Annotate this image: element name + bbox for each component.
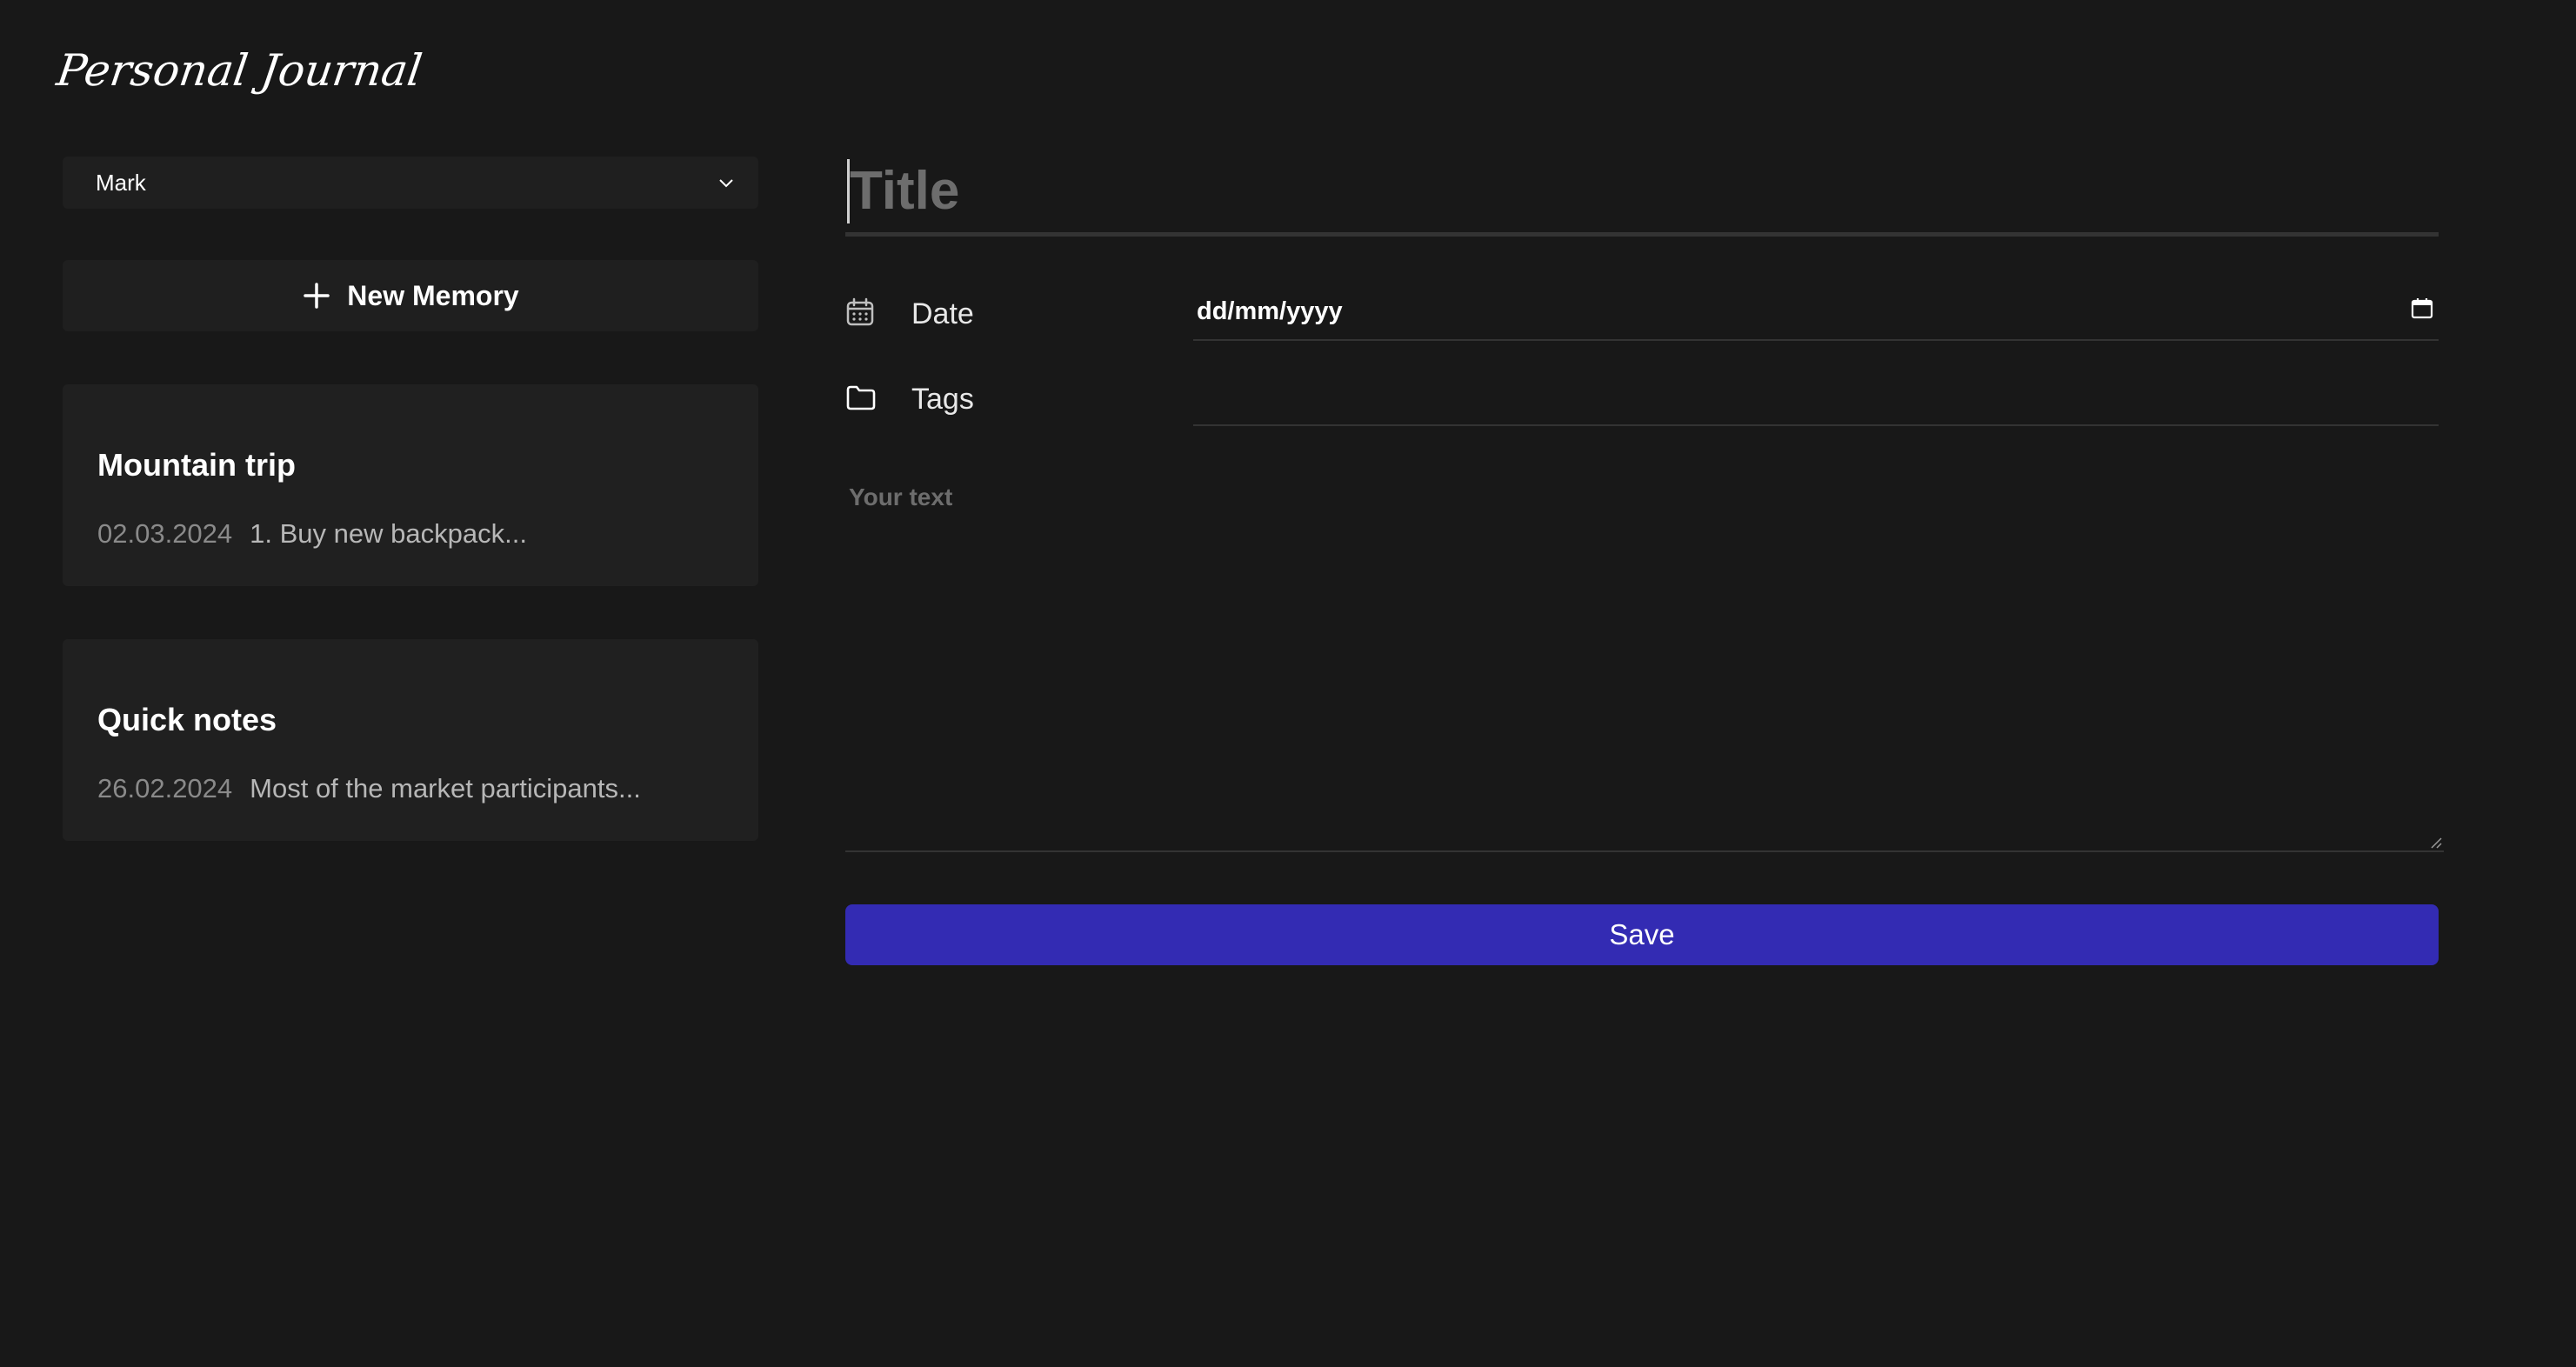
- tags-label: Tags: [911, 383, 974, 416]
- date-value: dd/mm/yyyy: [1197, 297, 1343, 325]
- memory-preview: 1. Buy new backpack...: [250, 518, 527, 549]
- plus-icon: [302, 281, 331, 310]
- save-button[interactable]: Save: [845, 904, 2439, 965]
- text-field: [845, 468, 2444, 852]
- memory-title: Mountain trip: [97, 447, 296, 483]
- memory-title: Quick notes: [97, 702, 277, 737]
- title-input[interactable]: [850, 160, 2415, 222]
- tags-input[interactable]: [1193, 365, 2442, 426]
- resize-handle-icon[interactable]: [2430, 837, 2442, 849]
- new-memory-button[interactable]: New Memory: [63, 260, 758, 331]
- memory-meta: 02.03.2024 1. Buy new backpack...: [97, 518, 527, 550]
- date-input[interactable]: dd/mm/yyyy: [1193, 280, 2439, 341]
- memory-date: 02.03.2024: [97, 518, 233, 549]
- memory-preview: Most of the market participants...: [250, 773, 641, 804]
- calendar-picker-icon[interactable]: [2411, 297, 2433, 320]
- chevron-down-icon: [717, 173, 736, 192]
- tags-row: Tags: [845, 365, 2442, 426]
- text-input[interactable]: [845, 468, 2444, 850]
- user-select[interactable]: Mark: [63, 157, 758, 209]
- memory-card[interactable]: Quick notes 26.02.2024 Most of the market…: [63, 639, 758, 841]
- memory-card[interactable]: Mountain trip 02.03.2024 1. Buy new backp…: [63, 384, 758, 586]
- date-label: Date: [911, 297, 974, 330]
- date-row: Date dd/mm/yyyy: [845, 280, 2439, 341]
- tags-field: [1193, 365, 2442, 426]
- calendar-icon: [845, 297, 875, 327]
- user-select-value: Mark: [96, 169, 146, 196]
- app-logo: Personal Journal: [53, 45, 425, 96]
- title-field: [845, 150, 2439, 237]
- memory-date: 26.02.2024: [97, 773, 233, 804]
- memory-meta: 26.02.2024 Most of the market participant…: [97, 773, 641, 804]
- folder-icon: [845, 383, 876, 412]
- new-memory-label: New Memory: [347, 279, 519, 311]
